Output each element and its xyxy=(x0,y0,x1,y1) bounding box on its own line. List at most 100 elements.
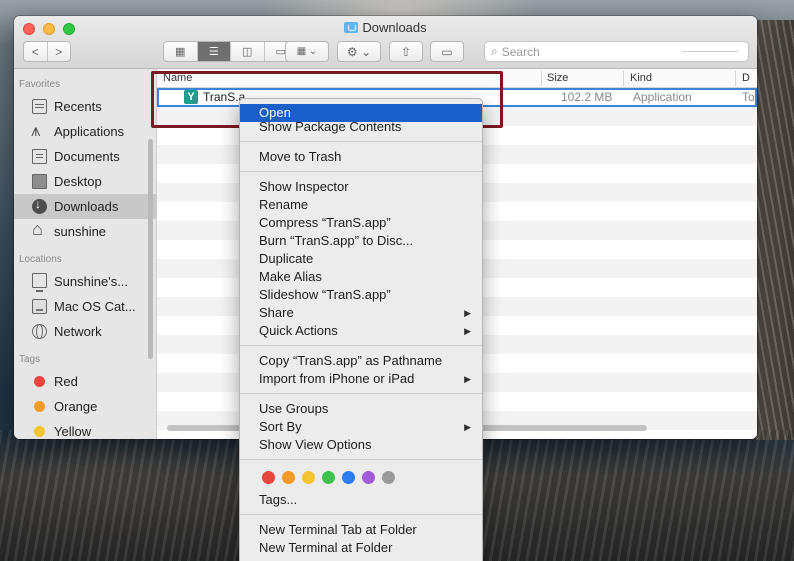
disk-icon xyxy=(32,299,47,314)
tag-red-dot[interactable] xyxy=(262,470,275,484)
submenu-arrow-icon: ▶ xyxy=(464,308,471,318)
action-gear-button[interactable]: ⚙ ⌄ xyxy=(337,41,381,62)
back-button[interactable]: < xyxy=(24,45,47,59)
tag-yellow-dot[interactable] xyxy=(302,470,315,484)
file-size: 102.2 MB xyxy=(561,90,613,104)
title-bar: Downloads < > ▦ ☰ ◫ ▭ ▦ ⌄ ⚙ ⌄ ⇧ ▭ ⌕ Sear… xyxy=(14,16,757,69)
network-icon xyxy=(32,324,47,339)
tag-orange-dot[interactable] xyxy=(282,470,295,484)
menu-item-show-view-options[interactable]: Show View Options xyxy=(240,436,482,454)
sidebar-section-locations: Locations xyxy=(19,254,62,265)
sidebar-item-label: sunshine xyxy=(54,224,107,239)
sidebar-item-label: Red xyxy=(54,374,78,389)
column-header-size[interactable]: Size xyxy=(547,72,568,84)
menu-item-quick-actions[interactable]: Quick Actions ▶ xyxy=(240,322,482,340)
applications-icon xyxy=(31,121,47,141)
menu-item-make-alias[interactable]: Make Alias xyxy=(240,268,482,286)
tag-purple-dot[interactable] xyxy=(362,470,375,484)
sidebar-item-tag-red[interactable]: Red xyxy=(14,369,156,394)
desktop-icon xyxy=(32,174,47,189)
wallpaper-cliff xyxy=(756,20,794,440)
yellow-tag-dot-icon xyxy=(34,426,45,437)
sidebar-item-applications[interactable]: Applications xyxy=(14,119,156,144)
search-placeholder: Search xyxy=(501,44,540,59)
menu-item-duplicate[interactable]: Duplicate xyxy=(240,250,482,268)
menu-item-burn-to-disc[interactable]: Burn “TranS.app” to Disc... xyxy=(240,232,482,250)
sidebar-item-network[interactable]: Network xyxy=(14,319,156,344)
menu-item-slideshow[interactable]: Slideshow “TranS.app” xyxy=(240,286,482,304)
menu-item-label: Quick Actions xyxy=(259,323,338,338)
context-menu: Open Show Package Contents Move to Trash… xyxy=(239,98,483,561)
sidebar-item-label: Applications xyxy=(54,124,125,139)
sidebar-item-desktop[interactable]: Desktop xyxy=(14,169,156,194)
menu-item-share[interactable]: Share ▶ xyxy=(240,304,482,322)
sidebar-item-label: Recents xyxy=(54,99,102,114)
menu-item-show-inspector[interactable]: Show Inspector xyxy=(240,178,482,196)
search-field[interactable]: ⌕ Search xyxy=(484,41,749,62)
window-title: Downloads xyxy=(14,20,757,35)
search-icon: ⌕ xyxy=(491,44,498,58)
view-mode-buttons: ▦ ☰ ◫ ▭ xyxy=(163,41,298,62)
column-header-kind[interactable]: Kind xyxy=(630,72,652,84)
submenu-arrow-icon: ▶ xyxy=(464,374,471,384)
menu-item-rename[interactable]: Rename xyxy=(240,196,482,214)
list-view-button[interactable]: ☰ xyxy=(197,42,231,61)
sidebar-item-tag-yellow[interactable]: Yellow xyxy=(14,419,156,439)
tag-green-dot[interactable] xyxy=(322,470,335,484)
menu-item-tags[interactable]: Tags... xyxy=(240,491,482,509)
menu-item-use-groups[interactable]: Use Groups xyxy=(240,400,482,418)
icon-view-button[interactable]: ▦ xyxy=(164,42,198,61)
menu-item-show-package-contents[interactable]: Show Package Contents xyxy=(240,118,482,136)
sidebar-item-tag-orange[interactable]: Orange xyxy=(14,394,156,419)
sidebar-item-label: Documents xyxy=(54,149,120,164)
tag-gray-dot[interactable] xyxy=(382,470,395,484)
red-tag-dot-icon xyxy=(34,376,45,387)
home-icon xyxy=(32,219,47,240)
toolbar: < > ▦ ☰ ◫ ▭ ▦ ⌄ ⚙ ⌄ ⇧ ▭ ⌕ Search xyxy=(14,41,757,63)
sidebar: Favorites Recents Applications Documents… xyxy=(14,69,157,439)
navigation-buttons: < > xyxy=(23,41,71,62)
menu-item-label: Sort By xyxy=(259,419,302,434)
file-date: To xyxy=(742,90,755,104)
menu-item-new-terminal-tab[interactable]: New Terminal Tab at Folder xyxy=(240,521,482,539)
sidebar-item-recents[interactable]: Recents xyxy=(14,94,156,119)
menu-separator xyxy=(240,459,482,460)
forward-button[interactable]: > xyxy=(48,45,71,59)
menu-separator xyxy=(240,345,482,346)
sidebar-item-sunshine[interactable]: sunshine xyxy=(14,219,156,244)
submenu-arrow-icon: ▶ xyxy=(464,326,471,336)
submenu-arrow-icon: ▶ xyxy=(464,422,471,432)
menu-item-copy-pathname[interactable]: Copy “TranS.app” as Pathname xyxy=(240,352,482,370)
computer-icon xyxy=(32,272,47,292)
menu-item-move-to-trash[interactable]: Move to Trash xyxy=(240,148,482,166)
sidebar-item-downloads[interactable]: Downloads xyxy=(14,194,156,219)
menu-item-import-from-iphone[interactable]: Import from iPhone or iPad ▶ xyxy=(240,370,482,388)
sidebar-item-computer[interactable]: Sunshine's... xyxy=(14,269,156,294)
sidebar-item-label: Downloads xyxy=(54,199,119,214)
sidebar-item-label: Sunshine's... xyxy=(54,274,129,289)
downloads-folder-icon xyxy=(344,22,359,33)
menu-item-compress[interactable]: Compress “TranS.app” xyxy=(240,214,482,232)
sidebar-item-label: Mac OS Cat... xyxy=(54,299,136,314)
orange-tag-dot-icon xyxy=(34,401,45,412)
tag-button[interactable]: ▭ xyxy=(430,41,464,62)
tag-blue-dot[interactable] xyxy=(342,470,355,484)
sidebar-item-label: Desktop xyxy=(54,174,102,189)
share-button[interactable]: ⇧ xyxy=(389,41,423,62)
menu-item-new-terminal[interactable]: New Terminal at Folder xyxy=(240,539,482,557)
sidebar-item-mac-os-disk[interactable]: Mac OS Cat... xyxy=(14,294,156,319)
sidebar-section-tags: Tags xyxy=(19,354,41,365)
menu-item-label: Share xyxy=(259,305,294,320)
menu-item-sort-by[interactable]: Sort By ▶ xyxy=(240,418,482,436)
sidebar-section-favorites: Favorites xyxy=(19,79,61,90)
group-by-button[interactable]: ▦ ⌄ xyxy=(285,41,329,62)
menu-separator xyxy=(240,171,482,172)
sidebar-scrollbar[interactable] xyxy=(148,139,153,359)
menu-separator xyxy=(240,141,482,142)
sidebar-item-documents[interactable]: Documents xyxy=(14,144,156,169)
sidebar-item-label: Yellow xyxy=(54,424,92,439)
column-view-button[interactable]: ◫ xyxy=(231,42,265,61)
tag-color-picker xyxy=(240,466,482,488)
window-title-text: Downloads xyxy=(362,20,427,35)
column-header-date[interactable]: D xyxy=(742,72,750,84)
